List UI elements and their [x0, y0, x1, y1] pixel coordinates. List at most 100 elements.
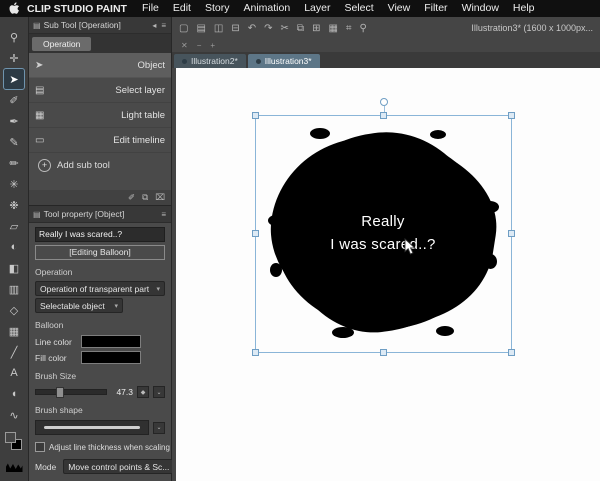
subtool-item-label: Select layer	[115, 84, 165, 96]
close-icon[interactable]: ✕	[181, 41, 188, 50]
undo-icon[interactable]: ↶	[248, 23, 256, 34]
subtool-item-select-layer[interactable]: ▤ Select layer	[29, 78, 171, 103]
fill-color-swatch[interactable]	[81, 351, 141, 364]
menu-item-file[interactable]: File	[135, 0, 166, 17]
selection-handle-mid-right[interactable]	[508, 230, 515, 237]
mode-dropdown[interactable]: Move control points & Sc... ▾	[63, 459, 181, 474]
subtool-item-label: Light table	[121, 109, 165, 121]
canvas-viewport[interactable]: Really I was scared..?	[172, 68, 600, 481]
menu-item-layer[interactable]: Layer	[297, 0, 337, 17]
menu-bar: CLIP STUDIO PAINT File Edit Story Animat…	[0, 0, 600, 17]
menu-item-story[interactable]: Story	[198, 0, 237, 17]
document-window-controls: ✕ − +	[172, 39, 600, 52]
menu-item-filter[interactable]: Filter	[417, 0, 454, 17]
cut-icon[interactable]: ✂	[281, 23, 289, 34]
tool-zoom-icon[interactable]: ⚲	[4, 27, 24, 47]
tool-decoration-icon[interactable]: ❉	[4, 195, 24, 215]
transparent-part-dropdown[interactable]: Operation of transparent part ▾	[35, 281, 165, 296]
tab-illustration3[interactable]: Illustration3*	[247, 54, 320, 68]
tool-airbrush-icon[interactable]: ✳	[4, 174, 24, 194]
brush-size-row: 47.3 ◆ ⌄	[35, 386, 165, 398]
tool-eyedropper-icon[interactable]: ✐	[4, 90, 24, 110]
tool-balloon-icon[interactable]: ◖	[4, 384, 24, 404]
menu-item-select[interactable]: Select	[337, 0, 380, 17]
selection-handle-bottom-right[interactable]	[508, 349, 515, 356]
selection-bounding-box[interactable]	[252, 98, 515, 356]
selection-handle-top-right[interactable]	[508, 112, 515, 119]
document-area: ▢ ▤ ◫ ⊟ ↶ ↷ ✂ ⧉ ⊞ ▦ ⌗ ⚲ Illustration3* (…	[172, 17, 600, 481]
subtool-item-edit-timeline[interactable]: ▭ Edit timeline	[29, 128, 171, 153]
selection-handle-bottom-left[interactable]	[252, 349, 259, 356]
tool-blend-icon[interactable]: ◐	[4, 237, 24, 257]
tool-fill-icon[interactable]: ◧	[4, 258, 24, 278]
tool-eraser-icon[interactable]: ▱	[4, 216, 24, 236]
tool-frame-icon[interactable]: ▦	[4, 321, 24, 341]
copy-icon[interactable]: ⧉	[297, 23, 304, 34]
menu-item-view[interactable]: View	[381, 0, 418, 17]
tool-gradient-icon[interactable]: ▥	[4, 279, 24, 299]
apple-logo-icon[interactable]	[9, 2, 20, 15]
open-icon[interactable]: ▤	[196, 23, 205, 34]
new-file-icon[interactable]: ▢	[179, 23, 188, 34]
tool-pen-icon[interactable]: ✒	[4, 111, 24, 131]
chevron-small-icon[interactable]: ⌄	[153, 421, 165, 434]
zoom-window-icon[interactable]: +	[210, 41, 215, 50]
brush-size-slider[interactable]	[35, 387, 107, 398]
grid-icon[interactable]: ▦	[328, 23, 337, 34]
dropdown-value: Operation of transparent part	[40, 283, 150, 294]
selection-handle-top-center[interactable]	[379, 112, 387, 119]
subtool-list: ➤ Object ▤ Select layer ▦ Light table ▭ …	[29, 53, 171, 190]
tool-text-icon[interactable]: A	[4, 363, 24, 383]
tool-operation-icon[interactable]: ➤	[3, 68, 25, 90]
tool-strip: ⚲ ✛ ➤ ✐ ✒ ✎ ✏ ✳ ❉ ▱ ◐ ◧ ▥ ◇ ▦ ╱ A ◖ ∿	[0, 17, 29, 481]
subtool-item-light-table[interactable]: ▦ Light table	[29, 103, 171, 128]
menu-item-window[interactable]: Window	[455, 0, 506, 17]
selectable-object-dropdown[interactable]: Selectable object ▾	[35, 298, 123, 313]
balloon-text-field[interactable]: Really I was scared..?	[35, 227, 165, 242]
add-subtool-button[interactable]: + Add sub tool	[29, 153, 171, 177]
paste-icon[interactable]: ⊞	[312, 23, 320, 34]
save-icon[interactable]: ◫	[214, 23, 223, 34]
snap-icon[interactable]: ⌗	[346, 23, 352, 34]
delete-icon[interactable]: ⌧	[155, 192, 165, 203]
eyedropper-icon[interactable]: ✐	[128, 192, 135, 203]
adjust-thickness-row: Adjust line thickness when scaling	[35, 442, 170, 452]
menu-item-help[interactable]: Help	[506, 0, 542, 17]
chevron-small-icon[interactable]: ⌄	[153, 386, 165, 398]
slider-thumb[interactable]	[56, 387, 64, 398]
tab-label: Illustration3*	[264, 56, 312, 66]
minimize-icon[interactable]: −	[197, 41, 202, 50]
tool-correction-icon[interactable]: ∿	[4, 405, 24, 425]
brush-size-value[interactable]: 47.3	[116, 387, 133, 397]
menu-item-animation[interactable]: Animation	[236, 0, 297, 17]
tool-move-icon[interactable]: ✛	[4, 48, 24, 68]
tool-pencil-icon[interactable]: ✎	[4, 132, 24, 152]
stepper-diamond-icon[interactable]: ◆	[137, 386, 149, 398]
line-color-swatch[interactable]	[81, 335, 141, 348]
panel-menu-icon[interactable]: ≡	[160, 210, 167, 219]
canvas-page[interactable]: Really I was scared..?	[176, 68, 600, 481]
main-color-swatch[interactable]	[5, 432, 16, 443]
zoom-icon[interactable]: ⚲	[360, 23, 367, 34]
tab-modified-dot	[182, 58, 187, 64]
adjust-thickness-checkbox[interactable]	[35, 442, 45, 452]
duplicate-icon[interactable]: ⧉	[142, 192, 148, 203]
rotation-handle[interactable]	[379, 98, 388, 106]
clip-studio-paint-app: CLIP STUDIO PAINT File Edit Story Animat…	[0, 0, 600, 481]
tool-ruler-icon[interactable]: ╱	[4, 342, 24, 362]
redo-icon[interactable]: ↷	[264, 23, 272, 34]
selection-handle-top-left[interactable]	[252, 112, 259, 119]
selection-handle-bottom-center[interactable]	[379, 349, 387, 356]
menu-item-edit[interactable]: Edit	[166, 0, 198, 17]
selection-handle-mid-left[interactable]	[252, 230, 259, 237]
subtool-group-tab-operation[interactable]: Operation	[32, 36, 92, 51]
print-icon[interactable]: ⊟	[231, 23, 239, 34]
tool-brush-icon[interactable]: ✏	[4, 153, 24, 173]
panel-menu-icon[interactable]: ≡	[160, 21, 167, 30]
subtool-item-object[interactable]: ➤ Object	[29, 53, 171, 78]
tab-illustration2[interactable]: Illustration2*	[174, 54, 246, 68]
tool-figure-icon[interactable]: ◇	[4, 300, 24, 320]
panel-collapse-icon[interactable]: ◂	[151, 21, 157, 30]
brush-size-label: Brush Size	[35, 371, 77, 381]
brush-shape-preview[interactable]	[35, 420, 149, 435]
